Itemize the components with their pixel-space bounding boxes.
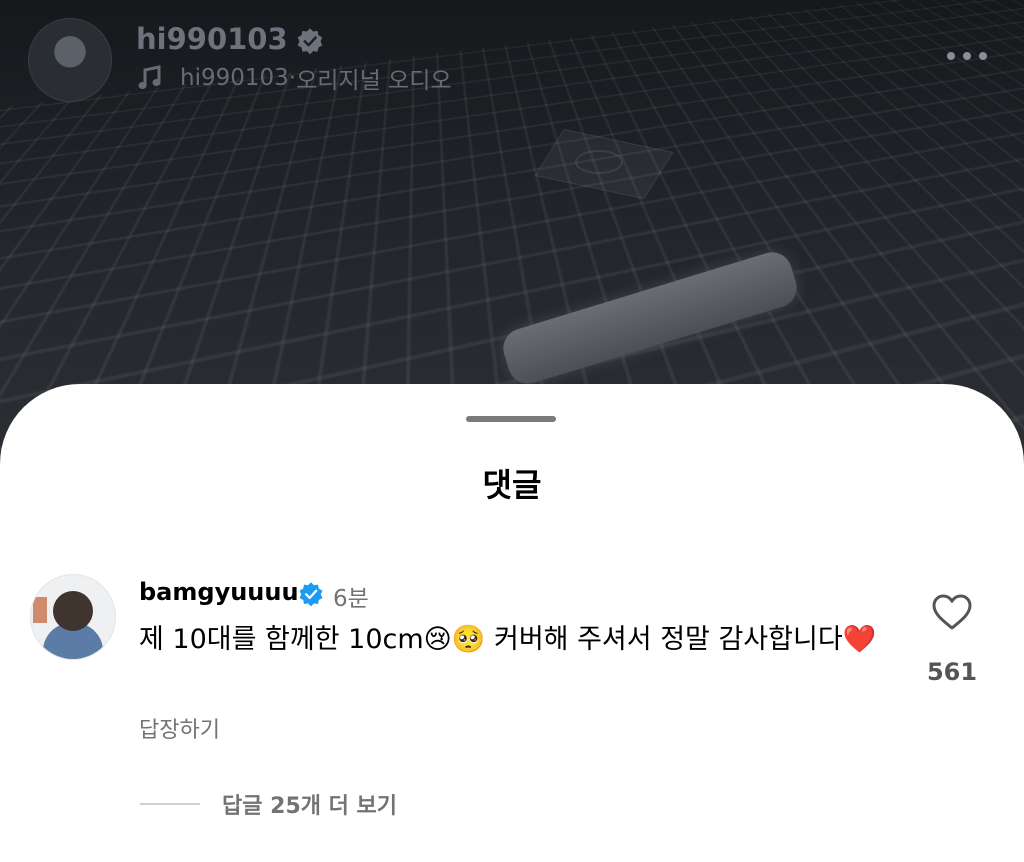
more-dots-icon[interactable]: [946, 48, 988, 64]
verified-badge-icon: [299, 582, 323, 607]
profile-avatar[interactable]: [28, 18, 112, 102]
reply-button[interactable]: 답장하기: [139, 712, 220, 744]
username[interactable]: hi990103: [136, 22, 288, 56]
view-replies-label: 답글 25개 더 보기: [222, 794, 398, 819]
audio-row[interactable]: hi990103 · 오리지널 오디오: [136, 62, 452, 94]
audio-author: hi990103: [180, 65, 289, 91]
drag-handle[interactable]: [466, 416, 556, 422]
comments-sheet: 댓글 bamgyuuuu 6분 제 10대를 함께한 10cm😢🥺 커버해 주셔…: [0, 384, 1024, 862]
comment-author[interactable]: bamgyuuuu: [139, 578, 299, 606]
like-group: 561: [910, 592, 994, 686]
comment-avatar[interactable]: [30, 574, 116, 660]
divider-line: [140, 803, 200, 805]
ceiling-vent-circle: [575, 150, 623, 174]
view-replies-button[interactable]: 답글 25개 더 보기: [140, 788, 397, 820]
heart-outline-icon[interactable]: [930, 592, 974, 632]
music-note-icon: [138, 65, 161, 89]
sheet-title: 댓글: [482, 466, 542, 504]
like-count: 561: [926, 658, 978, 686]
audio-separator: ·: [288, 65, 297, 91]
comment-item: bamgyuuuu 6분 제 10대를 함께한 10cm😢🥺 커버해 주셔서 정…: [0, 572, 1024, 812]
verified-badge-icon: [297, 28, 323, 55]
comment-text: 제 10대를 함께한 10cm😢🥺 커버해 주셔서 정말 감사합니다❤️: [139, 624, 877, 655]
reel-header: hi990103 hi990103 · 오리지널 오디오: [0, 0, 1024, 110]
comment-time: 6분: [333, 586, 369, 612]
audio-label: 오리지널 오디오: [296, 68, 452, 94]
